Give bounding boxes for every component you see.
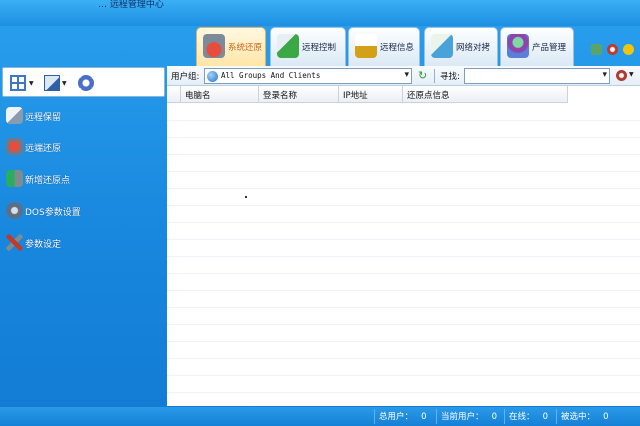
app-window: … 远程管理中心 系统还原 远程控制 远程信息 网络对拷 产品管理 ▼ ▼ 远程… — [0, 0, 640, 426]
network-copy-icon — [431, 34, 453, 58]
row-divider — [167, 154, 640, 155]
group-select-value: All Groups And Clients — [221, 71, 321, 80]
search-combo[interactable]: ▾ — [464, 68, 610, 84]
globe-icon — [207, 71, 218, 82]
column-header-login-name[interactable]: 登录名称 — [259, 86, 339, 103]
remote-keep-icon — [6, 107, 23, 124]
separator — [434, 69, 435, 83]
nav-dos-settings[interactable]: DOS参数设置 — [4, 201, 162, 221]
tab-system-restore[interactable]: 系统还原 — [196, 27, 266, 66]
separator — [436, 409, 437, 424]
tab-label: 远程信息 — [380, 43, 415, 53]
folder-icon[interactable] — [20, 8, 32, 19]
row-divider — [167, 256, 640, 257]
nav-add-restore-point[interactable]: 新增还原点 — [4, 169, 162, 189]
table-header: 电脑名 登录名称 IP地址 还原点信息 — [167, 86, 568, 103]
tab-product-management[interactable]: 产品管理 — [500, 27, 574, 66]
row-divider — [167, 205, 640, 206]
row-divider — [167, 307, 640, 308]
row-divider — [167, 358, 640, 359]
gear-icon[interactable] — [78, 75, 94, 91]
search-options-icon[interactable] — [616, 70, 627, 81]
remote-restore-icon — [6, 138, 23, 155]
tools-icon — [6, 234, 23, 251]
chevron-down-icon[interactable]: ▼ — [29, 80, 34, 87]
remote-info-icon — [355, 34, 377, 58]
row-divider — [167, 273, 640, 274]
column-header-restore-point[interactable]: 还原点信息 — [403, 86, 568, 103]
product-box-icon — [507, 34, 529, 58]
client-table[interactable]: 电脑名 登录名称 IP地址 还原点信息 — [167, 86, 640, 406]
dos-settings-icon — [6, 202, 23, 219]
status-bar: 总用户： 0 当前用户： 0 在线： 0 被选中： 0 — [0, 407, 640, 426]
separator — [504, 409, 505, 424]
nav-parameter-settings[interactable]: 参数设定 — [4, 233, 162, 253]
network-icon[interactable] — [591, 44, 602, 55]
monitor-check-icon[interactable] — [68, 8, 80, 19]
title-bar: … 远程管理中心 — [0, 0, 640, 26]
tab-label: 远程控制 — [302, 43, 337, 53]
status-selected: 被选中： 0 — [561, 412, 609, 422]
separator — [374, 409, 375, 424]
row-divider — [167, 290, 640, 291]
tab-network-copy[interactable]: 网络对拷 — [424, 27, 498, 66]
row-divider — [167, 239, 640, 240]
search-label: 寻找: — [440, 72, 460, 82]
tab-label: 产品管理 — [532, 43, 567, 53]
row-divider — [167, 392, 640, 393]
row-divider — [167, 188, 640, 189]
status-online: 在线： 0 — [509, 412, 549, 422]
tab-remote-control[interactable]: 远程控制 — [270, 27, 346, 66]
nav-remote-restore[interactable]: 远端还原 — [4, 137, 162, 157]
column-header-computer-name[interactable]: 电脑名 — [181, 86, 259, 103]
help-icon[interactable] — [623, 44, 634, 55]
row-divider — [167, 137, 640, 138]
chevron-down-icon[interactable]: ▼ — [629, 71, 634, 78]
tab-label: 系统还原 — [228, 43, 263, 53]
crown-icon[interactable] — [84, 8, 96, 19]
group-select[interactable]: All Groups And Clients ▾ — [204, 68, 412, 84]
row-divider — [167, 120, 640, 121]
edit-icon[interactable] — [4, 8, 16, 19]
folder-open-icon[interactable] — [36, 8, 48, 19]
monitor-icon[interactable] — [52, 8, 64, 19]
view-grid-icon[interactable] — [10, 75, 26, 91]
nav-label: 新增还原点 — [25, 176, 71, 186]
nav-label: 远端还原 — [25, 144, 62, 154]
column-header-select[interactable] — [167, 86, 181, 103]
mouse-cursor — [245, 196, 247, 198]
nav-remote-keep[interactable]: 远程保留 — [4, 106, 162, 126]
status-total-users: 总用户： 0 — [379, 412, 427, 422]
row-divider — [167, 222, 640, 223]
remote-control-icon — [277, 34, 299, 58]
status-current-users: 当前用户： 0 — [441, 412, 498, 422]
tab-label: 网络对拷 — [456, 43, 491, 53]
globe-icon[interactable] — [607, 44, 618, 55]
filter-bar: 用户组: All Groups And Clients ▾ ↻ 寻找: ▾ ▼ — [167, 66, 640, 86]
nav-label: 远程保留 — [25, 113, 62, 123]
row-divider — [167, 324, 640, 325]
chevron-down-icon[interactable]: ▾ — [602, 70, 607, 80]
window-title: … 远程管理中心 — [98, 0, 164, 10]
edit-list-icon[interactable] — [44, 75, 60, 91]
nav-label: 参数设定 — [25, 240, 62, 250]
group-label: 用户组: — [171, 72, 200, 82]
separator — [556, 409, 557, 424]
chevron-down-icon[interactable]: ▼ — [62, 80, 67, 87]
add-restore-point-icon — [6, 170, 23, 187]
row-divider — [167, 171, 640, 172]
nav-label: DOS参数设置 — [25, 208, 81, 218]
row-divider — [167, 375, 640, 376]
row-divider — [167, 341, 640, 342]
column-header-ip-address[interactable]: IP地址 — [339, 86, 403, 103]
tab-remote-info[interactable]: 远程信息 — [348, 27, 420, 66]
refresh-icon[interactable]: ↻ — [418, 70, 428, 82]
left-toolbar: ▼ ▼ — [2, 67, 165, 97]
chevron-down-icon[interactable]: ▾ — [404, 70, 409, 80]
restore-disk-icon — [203, 34, 225, 58]
